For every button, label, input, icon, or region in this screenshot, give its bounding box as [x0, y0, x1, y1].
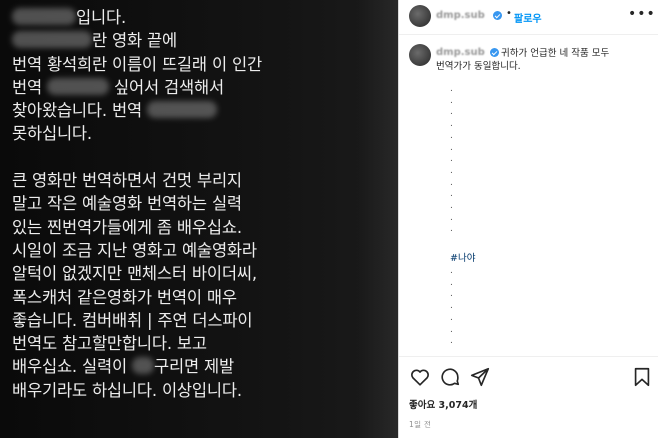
caption-dot: .	[450, 224, 453, 235]
heart-icon[interactable]	[409, 366, 431, 388]
verified-badge-icon	[493, 11, 502, 20]
caption-dot: .	[450, 119, 453, 130]
share-icon[interactable]	[469, 366, 491, 388]
caption-dot: .	[450, 95, 453, 106]
caption-line-2: 번역가가 동일합니다.	[436, 61, 521, 72]
message-text-segment: 번역	[12, 77, 48, 97]
caption-dot: .	[450, 324, 453, 335]
action-bar	[399, 356, 658, 397]
username[interactable]: dmp.sub	[436, 10, 485, 21]
message-line: 시일이 조금 지난 영화고 예술영화라	[12, 239, 352, 262]
caption-dots-bottom: .......	[450, 266, 470, 348]
hashtag-link[interactable]: #나야	[450, 250, 475, 264]
redacted-blur	[146, 101, 217, 119]
message-line: 알턱이 없겠지만 맨체스터 바이더씨,	[12, 262, 352, 285]
caption-dot: .	[450, 165, 453, 176]
caption-dot: .	[450, 301, 453, 312]
caption-dot: .	[450, 201, 453, 212]
message-line: 못하십니다.	[12, 122, 352, 145]
caption-dots-top: .............	[450, 84, 470, 236]
caption-dot: .	[450, 154, 453, 165]
instagram-panel: dmp.sub • 팔로우 ••• dmp.sub 귀하가 언급한 네 작품 모…	[399, 0, 658, 438]
separator-dot: •	[506, 8, 512, 19]
message-line: 좋습니다. 컴버배취 | 주연 더스파이	[12, 309, 352, 332]
redacted-blur	[132, 357, 154, 375]
post-time: 1일 전	[409, 420, 432, 429]
message-line: 말고 작은 예술영화 번역하는 실력	[12, 192, 352, 215]
message-line: 배우기라도 하십니다. 이상입니다.	[12, 379, 352, 402]
more-options-icon[interactable]: •••	[628, 6, 656, 22]
message-text-segment: 번역도 참고할만합니다. 보고	[12, 334, 207, 354]
caption-dot: .	[450, 312, 453, 323]
caption-verified-icon	[490, 48, 499, 57]
message-text-segment: 싶어서 검색해서	[109, 77, 224, 97]
caption-dot: .	[450, 289, 453, 300]
caption-dot: .	[450, 177, 453, 188]
caption-line-1: 귀하가 언급한 네 작품 모두	[501, 48, 610, 59]
message-text-segment: 못하십니다.	[12, 124, 92, 144]
message-text-segment: 알턱이 없겠지만 맨체스터 바이더씨,	[12, 264, 257, 284]
message-text-segment: 입니다.	[76, 8, 126, 27]
follow-button[interactable]: 팔로우	[514, 10, 542, 25]
message-line: 폭스캐처 같은영화가 번역이 매우	[12, 286, 352, 309]
message-line: 있는 찐번역가들에게 좀 배우십쇼.	[12, 216, 352, 239]
post-header: dmp.sub • 팔로우 •••	[399, 0, 658, 35]
message-text-segment: 있는 찐번역가들에게 좀 배우십쇼.	[12, 217, 242, 237]
message-line: 번역도 참고할만합니다. 보고	[12, 332, 352, 355]
message-line: 입니다.	[12, 6, 352, 29]
message-text-segment: 배우십쇼. 실력이	[12, 357, 132, 377]
message-text-segment: 시일이 조금 지난 영화고 예술영화라	[12, 240, 257, 260]
message-text-segment: 찾아왔습니다. 번역	[12, 101, 147, 121]
redacted-blur	[12, 31, 92, 49]
message-text-segment: 배우기라도 하십니다. 이상입니다.	[12, 380, 242, 400]
message-line: 번역 황석희란 이름이 뜨길래 이 인간	[12, 53, 352, 76]
comment-icon[interactable]	[439, 366, 461, 388]
message-text-segment: 좋습니다. 컴버배취 | 주연 더스파이	[12, 310, 253, 330]
screen: 입니다. 란 영화 끝에 번역 황석희란 이름이 뜨길래 이 인간 번역 싶어서 검…	[0, 0, 658, 438]
message-text-segment: 큰 영화만 번역하면서 건멋 부리지	[12, 171, 242, 191]
likes-count[interactable]: 좋아요 3,074개	[409, 397, 477, 411]
caption-dot: .	[450, 277, 453, 288]
caption-dot: .	[450, 189, 453, 200]
caption-dot: .	[450, 84, 453, 94]
caption-username[interactable]: dmp.sub	[436, 47, 485, 58]
message-text-segment: 란 영화 끝에	[92, 31, 177, 51]
message-text-segment: 번역 황석희란 이름이 뜨길래 이 인간	[12, 54, 262, 74]
caption-dot: .	[450, 336, 453, 347]
message-text: 입니다. 란 영화 끝에 번역 황석희란 이름이 뜨길래 이 인간 번역 싶어서 검…	[12, 6, 352, 402]
bookmark-icon[interactable]	[631, 366, 653, 388]
message-photo: 입니다. 란 영화 끝에 번역 황석희란 이름이 뜨길래 이 인간 번역 싶어서 검…	[0, 0, 398, 438]
redacted-blur	[47, 77, 110, 95]
message-text-segment: 폭스캐처 같은영화가 번역이 매우	[12, 287, 237, 307]
caption-dot: .	[450, 130, 453, 141]
message-line: 배우십쇼. 실력이 구리면 제발	[12, 355, 352, 378]
caption-avatar[interactable]	[409, 44, 431, 66]
message-line: 번역 싶어서 검색해서	[12, 76, 352, 99]
message-text-segment: 말고 작은 예술영화 번역하는 실력	[12, 194, 242, 214]
caption-dot: .	[450, 266, 453, 276]
avatar[interactable]	[409, 5, 431, 27]
message-line: 란 영화 끝에	[12, 29, 352, 52]
message-line: 찾아왔습니다. 번역	[12, 99, 352, 122]
message-line: 큰 영화만 번역하면서 건멋 부리지	[12, 169, 352, 192]
caption-dot: .	[450, 107, 453, 118]
caption-dot: .	[450, 212, 453, 223]
redacted-blur	[12, 8, 76, 25]
caption-dot: .	[450, 142, 453, 153]
photo-edge	[358, 0, 398, 438]
message-text-segment: 구리면 제발	[154, 357, 234, 377]
